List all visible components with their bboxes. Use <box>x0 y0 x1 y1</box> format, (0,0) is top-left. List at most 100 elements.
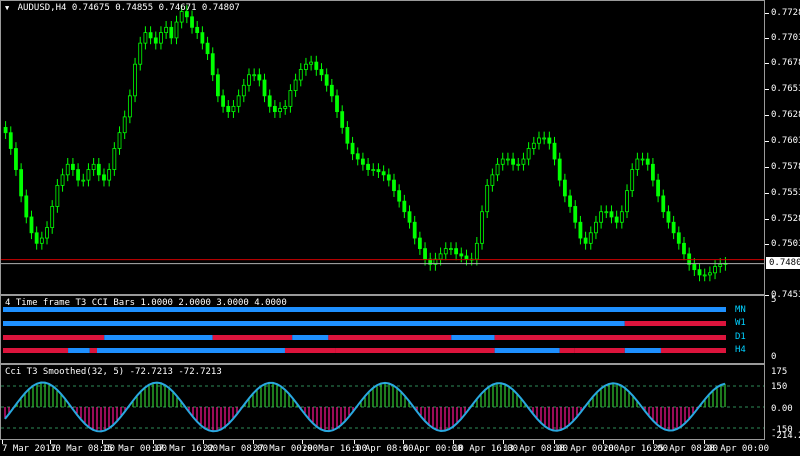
candle-body <box>526 148 531 160</box>
bars-axis: 5 0 <box>765 295 800 364</box>
tf-bar-segment <box>624 348 661 353</box>
candle-body <box>531 142 536 149</box>
candle-body <box>506 158 510 161</box>
candle-body <box>34 232 39 244</box>
tf-bar-segment <box>96 348 285 353</box>
tf-cci-bars-pane[interactable]: 4 Time frame T3 CCI Bars 1.0000 2.0000 3… <box>0 295 765 364</box>
tf-bar-segment <box>292 335 329 340</box>
tf-bar-segment <box>3 348 69 353</box>
candle-body <box>81 179 86 182</box>
candle-body <box>552 142 557 160</box>
time-axis: 7 Mar 2017 10 Mar 08:00 15 Mar 00:00 17 Mar… <box>0 440 800 456</box>
candle-body <box>640 158 645 161</box>
candle-body <box>583 237 588 244</box>
tf-bar-segment <box>335 348 495 353</box>
candle-body <box>112 148 117 170</box>
price-tick <box>765 63 769 64</box>
open-value: 0.74675 <box>71 3 110 13</box>
candle-body <box>267 95 272 107</box>
candle-body <box>656 179 660 197</box>
price-axis-label: 0.75537 <box>771 188 800 198</box>
candle-body <box>50 206 55 228</box>
bars-axis-max: 5 <box>771 295 777 305</box>
candle-body <box>148 32 153 39</box>
candle-body <box>490 174 495 186</box>
tf-bar-segment <box>68 348 90 353</box>
price-tick <box>765 13 769 14</box>
candle-body <box>682 242 686 255</box>
candle-body <box>707 272 712 276</box>
candle-body <box>604 211 609 214</box>
cci-axis-150: 150 <box>771 382 788 392</box>
candle-body <box>630 169 635 192</box>
candle-body <box>702 274 707 277</box>
candle-body <box>60 174 65 186</box>
tf-bar-segment <box>559 348 575 353</box>
candle-body <box>609 211 614 218</box>
low-value: 0.74671 <box>158 3 197 13</box>
candle-body <box>288 90 293 107</box>
candle-body <box>392 179 396 192</box>
candle-body <box>345 127 350 144</box>
candle-body <box>443 248 448 255</box>
candle-body <box>371 169 376 171</box>
candle-body <box>557 158 562 181</box>
tf-bar-segment <box>3 321 625 326</box>
symbol-label: AUDUSD,H4 <box>17 3 67 13</box>
candle-body <box>697 269 702 276</box>
candle-body <box>480 211 484 244</box>
candle-body <box>645 158 650 165</box>
candle-body <box>153 37 158 44</box>
candle-body <box>635 158 640 170</box>
candle-body <box>687 253 692 265</box>
candle-body <box>127 95 132 118</box>
candle-body <box>247 74 251 86</box>
candle-body <box>573 206 578 223</box>
price-chart[interactable] <box>1 1 765 295</box>
candle-body <box>19 169 24 197</box>
candle-body <box>262 79 267 97</box>
dropdown-triangle-icon[interactable]: ▼ <box>5 4 9 12</box>
tf-bar-segment <box>328 335 452 340</box>
candle-body <box>651 163 655 181</box>
candle-body <box>464 255 469 260</box>
candle-body <box>537 137 541 144</box>
candle-body <box>361 158 365 165</box>
candle-body <box>614 216 619 223</box>
tf-bar-segment <box>284 348 336 353</box>
cci-axis-175: 175 <box>771 367 788 377</box>
candle-body <box>666 211 671 223</box>
candle-body <box>71 163 75 170</box>
candle-body <box>340 111 345 128</box>
cci-pane[interactable]: Cci T3 Smoothed(32, 5) -72.7213 -72.7213 <box>0 364 765 440</box>
candle-body <box>195 26 200 34</box>
candle-body <box>241 84 246 97</box>
candle-body <box>459 253 464 257</box>
candle-body <box>397 190 402 202</box>
candle-body <box>588 232 593 244</box>
candle-body <box>174 21 179 39</box>
price-chart-pane[interactable]: ▼ AUDUSD,H4 0.74675 0.74855 0.74671 0.74… <box>0 0 765 295</box>
candle-body <box>454 248 459 255</box>
tf-bar-segment <box>494 335 726 340</box>
price-tick <box>765 89 769 90</box>
row-label-h4: H4 <box>735 345 746 355</box>
candle-body <box>76 169 80 181</box>
candle-body <box>376 169 381 173</box>
candle-body <box>24 195 29 218</box>
candle-body <box>355 153 360 160</box>
price-tick <box>765 244 769 245</box>
price-axis-label: 0.76782 <box>771 58 800 68</box>
candle-body <box>350 142 355 155</box>
price-tick <box>765 219 769 220</box>
candle-body <box>314 61 319 70</box>
candle-body <box>625 190 629 213</box>
candle-body <box>236 95 241 107</box>
candle-body <box>117 132 122 149</box>
price-axis-label: 0.77282 <box>771 8 800 18</box>
price-tick <box>765 193 769 194</box>
high-value: 0.74855 <box>115 3 154 13</box>
price-axis-label: 0.75030 <box>771 239 800 249</box>
candle-body <box>122 116 127 134</box>
price-axis-label: 0.77030 <box>771 33 800 43</box>
